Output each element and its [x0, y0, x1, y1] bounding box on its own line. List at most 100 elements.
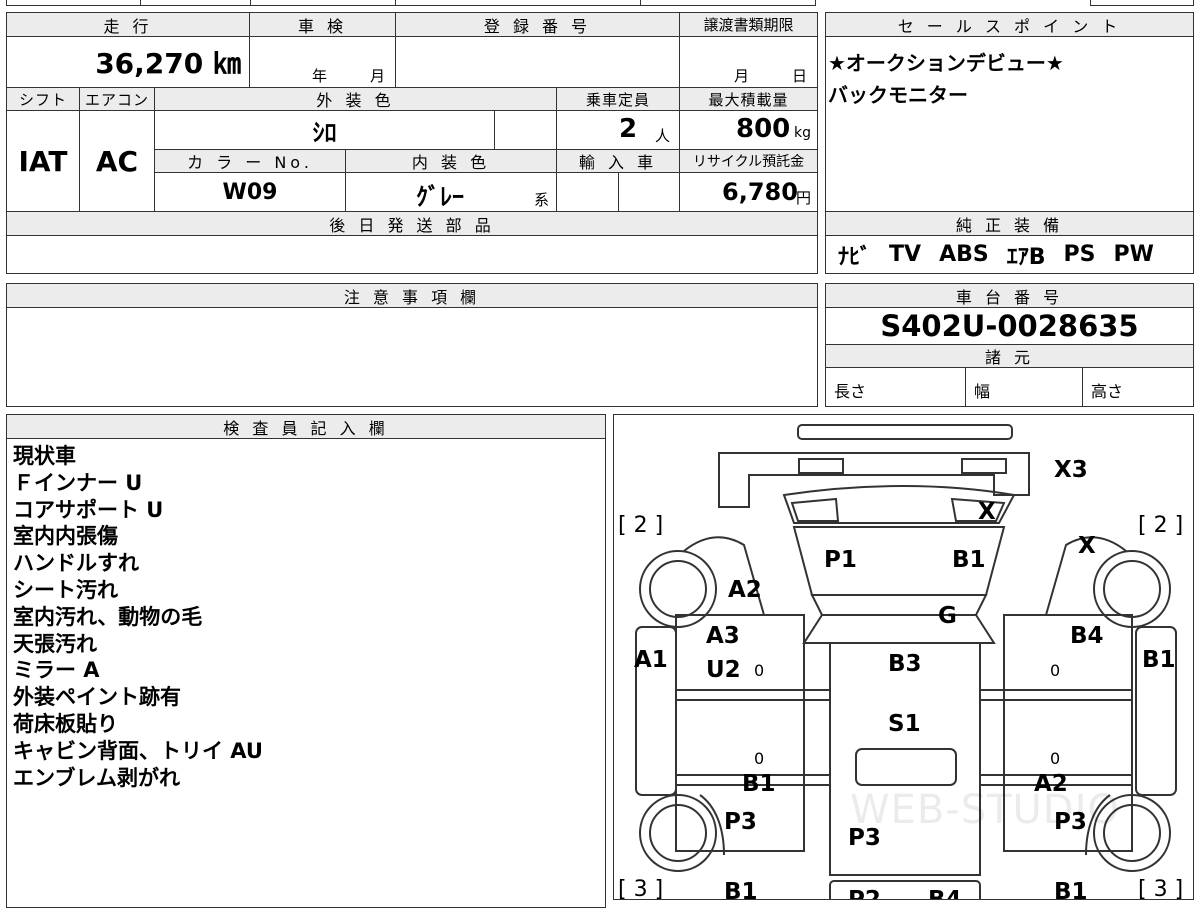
damage-label: X — [1078, 533, 1096, 559]
transfer-deadline-value: 月 日 — [679, 36, 818, 88]
damage-label: B1 — [724, 879, 758, 900]
shaken-year-unit: 年 — [312, 67, 328, 85]
header-shaken: 車 検 — [249, 12, 396, 37]
notes-box: 注 意 事 項 欄 — [6, 283, 818, 407]
import-value-b — [618, 172, 680, 212]
shift-value: IAT — [6, 110, 80, 212]
inspector-box: 検 査 員 記 入 欄 現状車 Ｆインナー U コアサポート U 室内内張傷 ハ… — [6, 414, 606, 908]
damage-label: X3 — [1054, 457, 1088, 483]
equipment-item: PS — [1063, 242, 1096, 267]
damage-label: S1 — [888, 711, 921, 737]
damage-label: P2 — [848, 887, 881, 900]
zero-mark: 0 — [754, 661, 765, 680]
sales-point-line: ★オークションデビュー★ — [828, 51, 1064, 75]
zero-mark: 0 — [1050, 749, 1061, 768]
header-notes: 注 意 事 項 欄 — [6, 283, 818, 308]
header-aircon: エアコン — [79, 87, 155, 111]
damage-label: B1 — [1142, 647, 1176, 673]
recycle-value: 6,780 円 — [679, 172, 818, 212]
bracket-label: [ 3 ] — [618, 877, 664, 900]
bracket-label: [ 3 ] — [1138, 877, 1184, 900]
equipment-item: ﾅﾋﾞ — [838, 244, 872, 270]
exterior-color-extra — [494, 110, 557, 150]
spec-height: 高さ — [1082, 367, 1194, 407]
remark-line: 現状車 — [13, 444, 76, 468]
aircon-value: AC — [79, 110, 155, 212]
top-strip — [0, 0, 1200, 6]
damage-label: X — [978, 499, 996, 525]
later-parts-value — [6, 235, 818, 274]
equipment-item: ABS — [939, 242, 989, 267]
remark-line: エンブレム剥がれ — [13, 765, 180, 790]
damage-label: P3 — [1054, 809, 1087, 835]
transfer-day-unit: 日 — [792, 67, 808, 85]
damage-label: A2 — [1034, 771, 1068, 797]
interior-color-value: ｸﾞﾚｰ 系 — [345, 172, 557, 212]
notes-content — [6, 307, 818, 407]
max-load-value: 800 kg — [679, 110, 818, 150]
header-chassis-no: 車 台 番 号 — [825, 283, 1194, 308]
header-color-no: カ ラ ー No. — [154, 149, 346, 173]
zero-mark: 0 — [754, 749, 765, 768]
header-oem-equipment: 純 正 装 備 — [825, 211, 1194, 236]
header-max-load: 最大積載量 — [679, 87, 818, 111]
equipment-item: PW — [1113, 242, 1154, 267]
damage-label: B1 — [1054, 879, 1088, 900]
damage-diagram: WEB-STUDIO [ 2 ] [ 2 ] [ 3 ] [ 3 ] 0 0 0… — [613, 414, 1194, 900]
header-import: 輸 入 車 — [556, 149, 680, 173]
header-mileage: 走 行 — [6, 12, 250, 37]
damage-label: A3 — [706, 623, 740, 649]
damage-label: P3 — [848, 825, 881, 851]
header-later-parts: 後 日 発 送 部 品 — [6, 211, 818, 236]
header-transfer-deadline: 譲渡書類期限 — [679, 12, 818, 37]
inspector-content: 現状車 Ｆインナー U コアサポート U 室内内張傷 ハンドルすれ シート汚れ … — [6, 438, 606, 908]
header-shift: シフト — [6, 87, 80, 111]
remark-line: キャビン背面、トリイ AU — [13, 738, 263, 763]
header-inspector: 検 査 員 記 入 欄 — [6, 414, 606, 439]
damage-label: P1 — [824, 547, 857, 573]
spec-width: 幅 — [965, 367, 1083, 407]
header-interior-color: 内 装 色 — [345, 149, 557, 173]
sales-point-line: バックモニター — [828, 83, 968, 107]
color-no-value: W09 — [154, 172, 346, 212]
chassis-no-value: S402U-0028635 — [825, 307, 1194, 345]
sales-point-content: ★オークションデビュー★ バックモニター — [825, 36, 1194, 212]
damage-label: B4 — [928, 887, 962, 900]
shaken-month-unit: 月 — [370, 67, 386, 85]
shaken-value: 年 月 — [249, 36, 396, 88]
header-recycle: リサイクル預託金 — [679, 149, 818, 173]
vehicle-info-table: 走 行 車 検 登 録 番 号 譲渡書類期限 36,270 ㎞ 年 月 月 日 … — [6, 12, 818, 274]
import-value-a — [556, 172, 619, 212]
remark-line: 外装ペイント跡有 — [13, 685, 181, 710]
damage-label: P3 — [724, 809, 757, 835]
damage-label: G — [938, 603, 957, 629]
damage-label: B1 — [742, 771, 776, 797]
remark-line: コアサポート U — [13, 497, 164, 522]
sales-point-box: セ ー ル ス ポ イ ン ト ★オークションデビュー★ バックモニター 純 正… — [825, 12, 1194, 274]
spec-length: 長さ — [825, 367, 966, 407]
remark-line: ハンドルすれ — [13, 551, 139, 576]
damage-label: U2 — [706, 657, 741, 683]
remark-line: 天張汚れ — [13, 631, 97, 656]
oem-equipment-content: ﾅﾋﾞ TV ABS ｴｱB PS PW — [825, 235, 1194, 274]
reg-no-value — [395, 36, 680, 88]
remark-line: Ｆインナー U — [13, 470, 143, 495]
damage-label: B4 — [1070, 623, 1104, 649]
chassis-box: 車 台 番 号 S402U-0028635 諸 元 長さ 幅 高さ — [825, 283, 1194, 407]
bracket-label: [ 2 ] — [1138, 513, 1184, 538]
remark-line: 荷床板貼り — [13, 711, 118, 736]
mileage-value: 36,270 ㎞ — [6, 36, 250, 88]
remark-line: 室内汚れ、動物の毛 — [13, 604, 203, 629]
remark-line: 室内内張傷 — [13, 524, 118, 549]
equipment-item: TV — [889, 242, 922, 267]
damage-label: B1 — [952, 547, 986, 573]
remark-line: シート汚れ — [13, 577, 118, 602]
transfer-month-unit: 月 — [734, 67, 750, 85]
header-reg-no: 登 録 番 号 — [395, 12, 680, 37]
remark-line: ミラー A — [13, 658, 100, 683]
header-capacity: 乗車定員 — [556, 87, 680, 111]
damage-label: A2 — [728, 577, 762, 603]
bracket-label: [ 2 ] — [618, 513, 664, 538]
header-sales-point: セ ー ル ス ポ イ ン ト — [825, 12, 1194, 37]
equipment-item: ｴｱB — [1006, 244, 1046, 270]
